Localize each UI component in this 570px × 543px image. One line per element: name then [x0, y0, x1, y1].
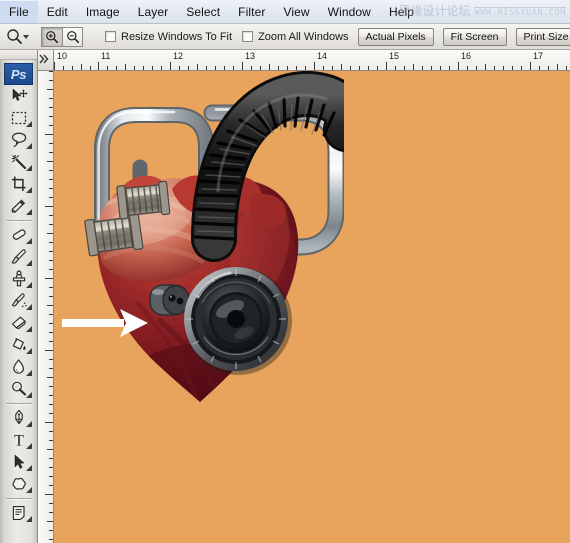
menu-item-file[interactable]: File	[0, 0, 38, 23]
menu-item-filter[interactable]: Filter	[229, 1, 274, 23]
tools-divider-2	[5, 403, 32, 404]
tools-divider-3	[5, 498, 32, 499]
tool-rectangular-marquee[interactable]	[4, 107, 34, 129]
flyout-indicator	[25, 238, 32, 244]
tool-clone-stamp[interactable]	[4, 268, 34, 290]
flyout-indicator	[25, 187, 32, 193]
tool-magic-wand[interactable]	[4, 151, 34, 173]
options-bar: Resize Windows To Fit Zoom All Windows A…	[0, 24, 570, 50]
flyout-indicator	[25, 209, 32, 215]
zoom-mode-group	[41, 26, 83, 47]
tool-custom-shape[interactable]	[4, 473, 34, 495]
ruler-label-13: 13	[245, 51, 256, 61]
ruler-label-12: 12	[173, 51, 184, 61]
photoshop-logo: Ps	[4, 63, 33, 85]
ruler-label-15: 15	[389, 51, 400, 61]
tool-paint-bucket[interactable]	[4, 334, 34, 356]
flyout-indicator	[25, 348, 32, 354]
tool-path-selection[interactable]	[4, 451, 34, 473]
menu-item-window[interactable]: Window	[319, 1, 380, 23]
arrow-annotation	[62, 306, 154, 345]
tools-panel-grip[interactable]	[0, 50, 37, 60]
menu-item-select[interactable]: Select	[177, 1, 229, 23]
tool-lasso[interactable]	[4, 129, 34, 151]
ruler-label-10: 10	[57, 51, 68, 61]
zoom-all-windows-checkbox[interactable]: Zoom All Windows	[242, 30, 349, 43]
print-size-button[interactable]: Print Size	[515, 27, 570, 46]
zoom-out-button[interactable]	[62, 26, 83, 47]
tool-dodge[interactable]	[4, 378, 34, 400]
ruler-label-17: 17	[533, 51, 544, 61]
double-chevron-right-icon	[39, 54, 49, 64]
tool-healing-brush[interactable]	[4, 224, 34, 246]
tool-horizontal-type[interactable]: T	[4, 429, 34, 451]
checkbox-box	[242, 31, 254, 42]
checkbox-box	[105, 31, 116, 42]
tool-brush[interactable]	[4, 246, 34, 268]
horizontal-ruler[interactable]: 10 11 12 13 14 15 16 17	[54, 50, 570, 71]
tool-eyedropper[interactable]	[4, 195, 34, 217]
menu-item-view[interactable]: View	[274, 1, 318, 23]
ruler-label-16: 16	[461, 51, 472, 61]
menu-bar: File Edit Image Layer Select Filter View…	[0, 0, 570, 24]
flyout-indicator	[25, 370, 32, 376]
fit-screen-button[interactable]: Fit Screen	[442, 27, 507, 46]
vertical-ruler[interactable]	[38, 71, 54, 543]
flyout-indicator	[25, 326, 32, 332]
mechanical-heart-artwork	[64, 71, 344, 416]
resize-windows-to-fit-label: Resize Windows To Fit	[121, 30, 233, 43]
svg-text:T: T	[14, 433, 24, 450]
zoom-tool-icon	[6, 27, 23, 47]
zoom-all-windows-label: Zoom All Windows	[258, 30, 349, 43]
watermark: 思缘设计论坛 WWW.MISSYUAN.COM	[399, 2, 567, 19]
flyout-indicator	[25, 304, 32, 310]
chevron-down-icon[interactable]	[23, 27, 29, 47]
tool-pen[interactable]	[4, 407, 34, 429]
flyout-indicator	[25, 282, 32, 288]
tool-notes[interactable]	[4, 502, 34, 524]
menu-item-edit[interactable]: Edit	[38, 1, 77, 23]
watermark-cn: 思缘设计论坛	[398, 4, 471, 18]
menu-item-image[interactable]: Image	[77, 1, 129, 23]
flyout-indicator	[25, 421, 32, 427]
resize-windows-to-fit-checkbox[interactable]: Resize Windows To Fit	[105, 31, 232, 43]
tool-crop[interactable]	[4, 173, 34, 195]
ruler-label-11: 11	[101, 51, 111, 61]
menu-item-layer[interactable]: Layer	[129, 1, 178, 23]
tools-panel: Ps T	[0, 50, 38, 543]
flyout-indicator	[25, 165, 32, 171]
flyout-indicator	[25, 465, 32, 471]
zoom-in-button[interactable]	[41, 26, 62, 47]
flyout-indicator	[25, 143, 32, 149]
flyout-indicator	[25, 121, 32, 127]
flyout-indicator	[25, 516, 32, 522]
ruler-corner[interactable]	[38, 50, 54, 71]
photoshop-window: File Edit Image Layer Select Filter View…	[0, 0, 570, 543]
flyout-indicator	[25, 487, 32, 493]
tool-blur[interactable]	[4, 356, 34, 378]
flyout-indicator	[25, 443, 32, 449]
flyout-indicator	[25, 392, 32, 398]
tool-eraser[interactable]	[4, 312, 34, 334]
flyout-indicator	[25, 260, 32, 266]
tool-move[interactable]	[4, 85, 34, 107]
tools-divider-1	[5, 220, 32, 221]
tool-history-brush[interactable]	[4, 290, 34, 312]
actual-pixels-button[interactable]: Actual Pixels	[357, 27, 434, 46]
document-canvas[interactable]	[54, 71, 570, 543]
watermark-en: WWW.MISSYUAN.COM	[474, 8, 566, 18]
ruler-label-14: 14	[317, 51, 328, 61]
